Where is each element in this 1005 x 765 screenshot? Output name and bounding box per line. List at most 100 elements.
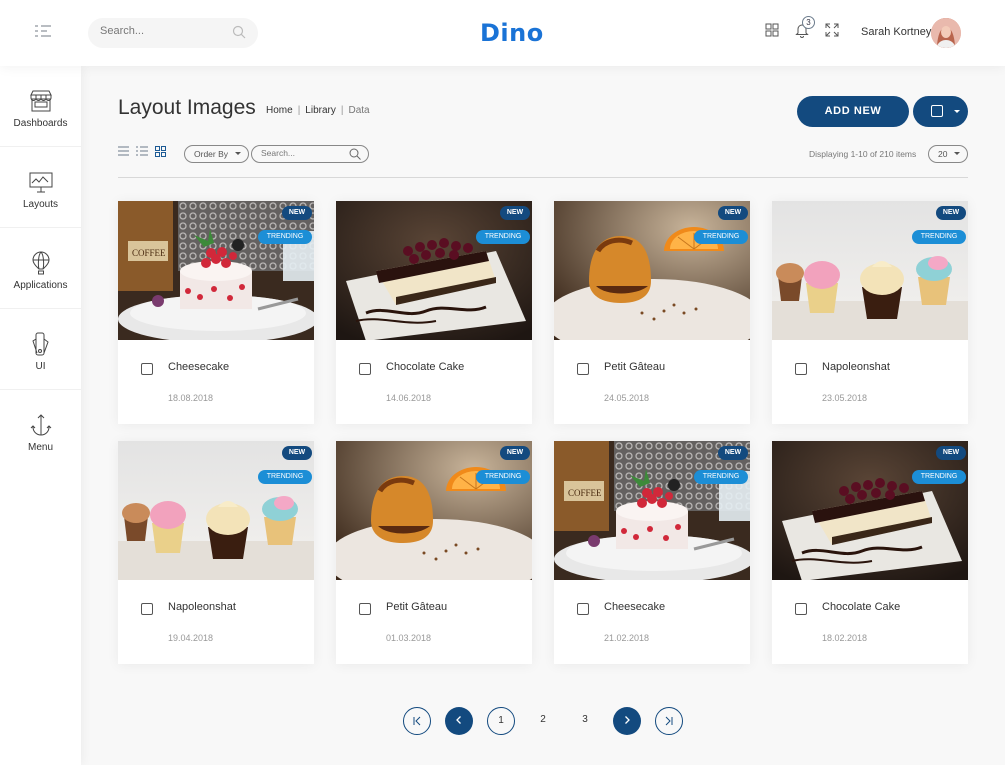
trending-badge: TRENDING <box>912 230 966 244</box>
select-all-dropdown-button[interactable] <box>913 96 968 127</box>
card-title[interactable]: Chocolate Cake <box>822 601 900 613</box>
add-new-button[interactable]: ADD NEW <box>797 96 909 127</box>
trending-badge: TRENDING <box>912 470 966 484</box>
trending-badge: TRENDING <box>258 230 312 244</box>
image-card[interactable]: NEW TRENDING Napoleonshat 23.05.2018 <box>772 201 968 424</box>
image-card[interactable]: COFFEE NEW TRENDING Cheesecake 21.02.2018 <box>554 441 750 664</box>
card-checkbox[interactable] <box>141 363 153 375</box>
caret-down-icon <box>235 152 241 155</box>
card-checkbox[interactable] <box>577 603 589 615</box>
image-card[interactable]: COFFEE NEW TRENDING Cheesecake 18.08.2018 <box>118 201 314 424</box>
search-icon[interactable] <box>232 25 246 39</box>
card-title[interactable]: Cheesecake <box>168 361 229 373</box>
card-checkbox[interactable] <box>795 363 807 375</box>
card-title[interactable]: Petit Gâteau <box>604 361 665 373</box>
new-badge: NEW <box>500 206 530 220</box>
new-badge: NEW <box>282 206 312 220</box>
list-search-input[interactable] <box>261 148 346 158</box>
divider <box>118 177 968 178</box>
card-checkbox[interactable] <box>359 603 371 615</box>
card-title[interactable]: Napoleonshat <box>822 361 890 373</box>
sidebar: Dashboards Layouts Applications UI Menu <box>0 66 81 765</box>
card-image-petit-gateau[interactable] <box>336 441 532 580</box>
first-page-button[interactable] <box>403 707 431 735</box>
card-title[interactable]: Napoleonshat <box>168 601 236 613</box>
card-date: 21.02.2018 <box>604 633 650 643</box>
card-date: 18.02.2018 <box>822 633 868 643</box>
chevron-down-icon <box>954 110 960 113</box>
sidebar-item-layouts[interactable]: Layouts <box>0 147 81 228</box>
card-title[interactable]: Cheesecake <box>604 601 665 613</box>
detail-list-view-icon[interactable] <box>136 146 148 156</box>
chevron-left-icon <box>456 716 461 724</box>
new-badge: NEW <box>936 206 966 220</box>
grid-view-icon[interactable] <box>155 146 166 157</box>
new-badge: NEW <box>936 446 966 460</box>
card-date: 19.04.2018 <box>168 633 214 643</box>
new-badge: NEW <box>282 446 312 460</box>
sidebar-item-label: UI <box>35 361 46 372</box>
trending-badge: TRENDING <box>258 470 312 484</box>
anchor-icon <box>0 412 81 438</box>
card-title[interactable]: Petit Gâteau <box>386 601 447 613</box>
breadcrumb: Home | Library | Data <box>266 105 370 116</box>
next-page-button[interactable] <box>613 707 641 735</box>
card-checkbox[interactable] <box>795 603 807 615</box>
card-date: 23.05.2018 <box>822 393 868 403</box>
breadcrumb-library[interactable]: Library <box>305 105 336 116</box>
card-title[interactable]: Chocolate Cake <box>386 361 464 373</box>
breadcrumb-home[interactable]: Home <box>266 105 293 116</box>
sidebar-item-applications[interactable]: Applications <box>0 228 81 309</box>
search-icon[interactable] <box>349 148 361 160</box>
card-image-chocolate-cake[interactable] <box>772 441 968 580</box>
app-logo[interactable]: Dino <box>480 19 544 47</box>
previous-page-button[interactable] <box>445 707 473 735</box>
order-by-label: Order By <box>194 149 229 159</box>
sidebar-item-label: Dashboards <box>13 118 68 129</box>
sidebar-item-dashboards[interactable]: Dashboards <box>0 66 81 147</box>
card-date: 24.05.2018 <box>604 393 650 403</box>
page-title: Layout Images <box>118 96 256 119</box>
image-card[interactable]: NEW TRENDING Petit Gâteau 24.05.2018 <box>554 201 750 424</box>
list-search <box>251 145 369 163</box>
card-image-cupcakes[interactable] <box>772 201 968 340</box>
card-checkbox[interactable] <box>577 363 589 375</box>
card-checkbox[interactable] <box>359 363 371 375</box>
apps-grid-icon[interactable] <box>765 23 779 37</box>
image-card[interactable]: NEW TRENDING Chocolate Cake 14.06.2018 <box>336 201 532 424</box>
card-checkbox[interactable] <box>141 603 153 615</box>
sidebar-item-label: Menu <box>27 442 53 453</box>
page-2-button[interactable]: 2 <box>529 707 557 735</box>
image-card[interactable]: NEW TRENDING Chocolate Cake 18.02.2018 <box>772 441 968 664</box>
sidebar-item-label: Applications <box>13 280 68 291</box>
order-by-dropdown[interactable]: Order By <box>184 145 249 163</box>
svg-text:COFFEE: COFFEE <box>568 488 602 498</box>
page-3-button[interactable]: 3 <box>571 707 599 735</box>
card-image-cheesecake[interactable]: COFFEE <box>118 201 314 340</box>
user-name[interactable]: Sarah Kortney <box>861 26 931 38</box>
card-image-petit-gateau[interactable] <box>554 201 750 340</box>
card-image-cheesecake[interactable]: COFFEE <box>554 441 750 580</box>
fullscreen-icon[interactable] <box>825 23 839 37</box>
list-view-icon[interactable] <box>118 146 129 156</box>
top-search-input[interactable] <box>100 25 230 37</box>
new-badge: NEW <box>718 206 748 220</box>
sidebar-item-menu[interactable]: Menu <box>0 390 81 471</box>
skip-first-icon <box>413 716 421 726</box>
image-card[interactable]: NEW TRENDING Napoleonshat 19.04.2018 <box>118 441 314 664</box>
image-card[interactable]: NEW TRENDING Petit Gâteau 01.03.2018 <box>336 441 532 664</box>
breadcrumb-current: Data <box>348 105 370 116</box>
per-page-dropdown[interactable]: 20 <box>928 145 968 163</box>
card-date: 14.06.2018 <box>386 393 432 403</box>
page-1-button[interactable]: 1 <box>487 707 515 735</box>
menu-toggle-icon[interactable] <box>34 24 54 40</box>
card-date: 01.03.2018 <box>386 633 432 643</box>
svg-text:COFFEE: COFFEE <box>132 248 166 258</box>
sidebar-item-ui[interactable]: UI <box>0 309 81 390</box>
trending-badge: TRENDING <box>476 470 530 484</box>
new-badge: NEW <box>500 446 530 460</box>
card-image-cupcakes[interactable] <box>118 441 314 580</box>
card-image-chocolate-cake[interactable] <box>336 201 532 340</box>
last-page-button[interactable] <box>655 707 683 735</box>
avatar[interactable] <box>931 18 961 48</box>
